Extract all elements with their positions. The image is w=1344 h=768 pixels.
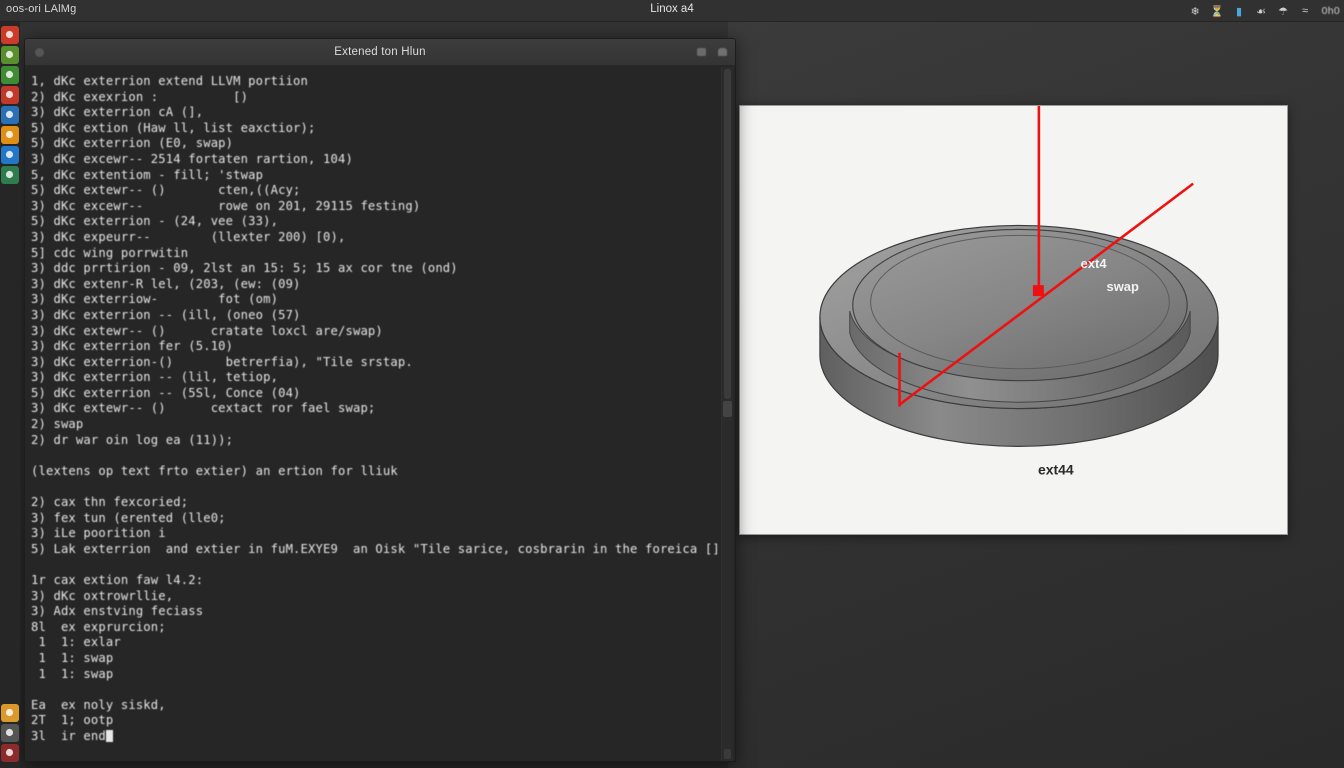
terminal-line: 8l ex exprurcion;	[31, 620, 735, 636]
dock-item-settings[interactable]	[1, 146, 19, 164]
terminal-line: 5) dKc exterrion -- (5Sl, Conce (04)	[31, 386, 735, 402]
terminal-line: 3) dKc exterrion -- (ill, (oneo (57)	[31, 308, 735, 324]
terminal-window[interactable]: Extened ton Hlun 1, dKc exterrion extend…	[24, 38, 736, 762]
hourglass-icon[interactable]: ⏳	[1210, 4, 1225, 18]
terminal-line: 1r cax extion faw l4.2:	[31, 573, 735, 589]
terminal-line: 3) dKc exterrion fer (5.10)	[31, 339, 735, 355]
terminal-line: 1 1: swap	[31, 667, 735, 683]
dock-item-player[interactable]	[1, 66, 19, 84]
dock-item-firefox[interactable]	[1, 26, 19, 44]
note-icon[interactable]: ▮	[1232, 4, 1247, 18]
terminal-line: 5) dKc exterrion (E0, swap)	[31, 136, 735, 152]
terminal-line: 3) dKc oxtrowrllie,	[31, 589, 735, 605]
terminal-line: 2) dKc exexrion : [)	[31, 90, 735, 106]
terminal-title: Extened ton Hlun	[25, 46, 735, 58]
network-icon[interactable]: ❄	[1188, 4, 1203, 18]
system-tray: ❄ ⏳ ▮ ☙ ☂ ≈ 0h0	[1188, 0, 1340, 22]
terminal-line: 1 1: swap	[31, 651, 735, 667]
terminal-line	[31, 448, 735, 464]
shield-icon[interactable]: ☂	[1276, 4, 1291, 18]
dock-item-terminal[interactable]	[1, 166, 19, 184]
terminal-line: 3) iLe poorition i	[31, 526, 735, 542]
scrollbar-thumb[interactable]	[724, 69, 731, 399]
axis-origin-marker	[1033, 285, 1044, 296]
dock-item-browser[interactable]	[1, 106, 19, 124]
terminal-line: 5) Lak exterrion and extier in fuM.EXYE9…	[31, 542, 735, 558]
label-disk-top: ext4	[1081, 256, 1108, 271]
top-panel: oos-ori LAlMg Linox a4 ❄ ⏳ ▮ ☙ ☂ ≈ 0h0	[0, 0, 1344, 22]
terminal-line	[31, 479, 735, 495]
terminal-line: 2) swap	[31, 417, 735, 433]
terminal-line: 1 1: exlar	[31, 635, 735, 651]
terminal-output[interactable]: 1, dKc exterrion extend LLVM portiion2) …	[25, 66, 735, 762]
terminal-line	[31, 557, 735, 573]
terminal-line: 5) dKc exterrion - (24, vee (33),	[31, 214, 735, 230]
terminal-line: 2) cax thn fexcoried;	[31, 495, 735, 511]
desktop-screen: oos-ori LAlMg Linox a4 ❄ ⏳ ▮ ☙ ☂ ≈ 0h0 E…	[0, 0, 1344, 768]
dock-item-media[interactable]	[1, 46, 19, 64]
dock-item-files[interactable]	[1, 126, 19, 144]
terminal-line: 5) dKc extion (Haw ll, list eaxctior);	[31, 121, 735, 137]
dock-item-trash[interactable]	[1, 744, 19, 762]
panel-window-title: Linox a4	[0, 3, 1344, 15]
disk-platter-top	[853, 229, 1187, 380]
maximize-button[interactable]	[718, 48, 727, 56]
dock-item-notes[interactable]	[1, 704, 19, 722]
window-controls	[697, 39, 727, 65]
scrollbar-end[interactable]	[724, 749, 731, 759]
terminal-line: 5) dKc extewr-- () cten,((Acy;	[31, 183, 735, 199]
terminal-line: 3) dKc exterrion -- (lil, tetiop,	[31, 370, 735, 386]
terminal-line: 5] cdc wing porrwitin	[31, 246, 735, 262]
scrollbar-grip[interactable]	[723, 401, 732, 417]
terminal-titlebar[interactable]: Extened ton Hlun	[25, 39, 735, 66]
terminal-line: 3) dKc exterriow- fot (om)	[31, 292, 735, 308]
left-dock	[0, 22, 20, 768]
label-disk-bottom: ext44	[1038, 461, 1074, 477]
terminal-line: Ea ex noly siskd,	[31, 698, 735, 714]
clock-label[interactable]: 0h0	[1322, 5, 1340, 17]
dock-item-graphics[interactable]	[1, 86, 19, 104]
terminal-scrollbar[interactable]	[721, 67, 733, 761]
terminal-line	[31, 682, 735, 698]
terminal-line: 3) dKc exterrion cA (],	[31, 105, 735, 121]
dock-item-calc[interactable]	[1, 724, 19, 742]
terminal-line: 2) dr war oin log ea (11));	[31, 433, 735, 449]
terminal-line: 3) dKc excewr-- rowe on 201, 29115 festi…	[31, 199, 735, 215]
terminal-line: 5, dKc extentiom - fill; 'stwap	[31, 168, 735, 184]
minimize-button[interactable]	[697, 48, 706, 56]
terminal-cursor	[106, 730, 113, 742]
disk-diagram: ext4 swap ext44	[740, 106, 1287, 534]
terminal-line: 3l ir end	[31, 729, 735, 745]
panel-left-label[interactable]: oos-ori LAlMg	[6, 3, 76, 15]
terminal-line: 3) dKc extewr-- () cratate loxcl are/swa…	[31, 324, 735, 340]
terminal-line: 3) dKc excewr-- 2514 fortaten rartion, 1…	[31, 152, 735, 168]
terminal-line: 3) dKc extenr-R lel, (203, (ew: (09)	[31, 277, 735, 293]
disk-diagram-panel[interactable]: ext4 swap ext44	[739, 105, 1288, 535]
terminal-line: 3) fex tun (erented (lle0;	[31, 511, 735, 527]
terminal-line: 3) Adx enstving feciass	[31, 604, 735, 620]
terminal-line: (lextens op text frto extier) an ertion …	[31, 464, 735, 480]
terminal-line: 3) dKc extewr-- () cextact ror fael swap…	[31, 401, 735, 417]
terminal-line: 3) ddc prrtirion - 09, 2lst an 15: 5; 15…	[31, 261, 735, 277]
parachute-icon[interactable]: ☙	[1254, 4, 1269, 18]
terminal-line: 2T 1; ootp	[31, 713, 735, 729]
volume-icon[interactable]: ≈	[1298, 4, 1313, 18]
terminal-line: 1, dKc exterrion extend LLVM portiion	[31, 74, 735, 90]
label-disk-sub: swap	[1107, 279, 1139, 294]
terminal-line: 3) dKc exterrion-() betrerfia), "Tile sr…	[31, 355, 735, 371]
terminal-line: 3) dKc expeurr-- (llexter 200) [0),	[31, 230, 735, 246]
